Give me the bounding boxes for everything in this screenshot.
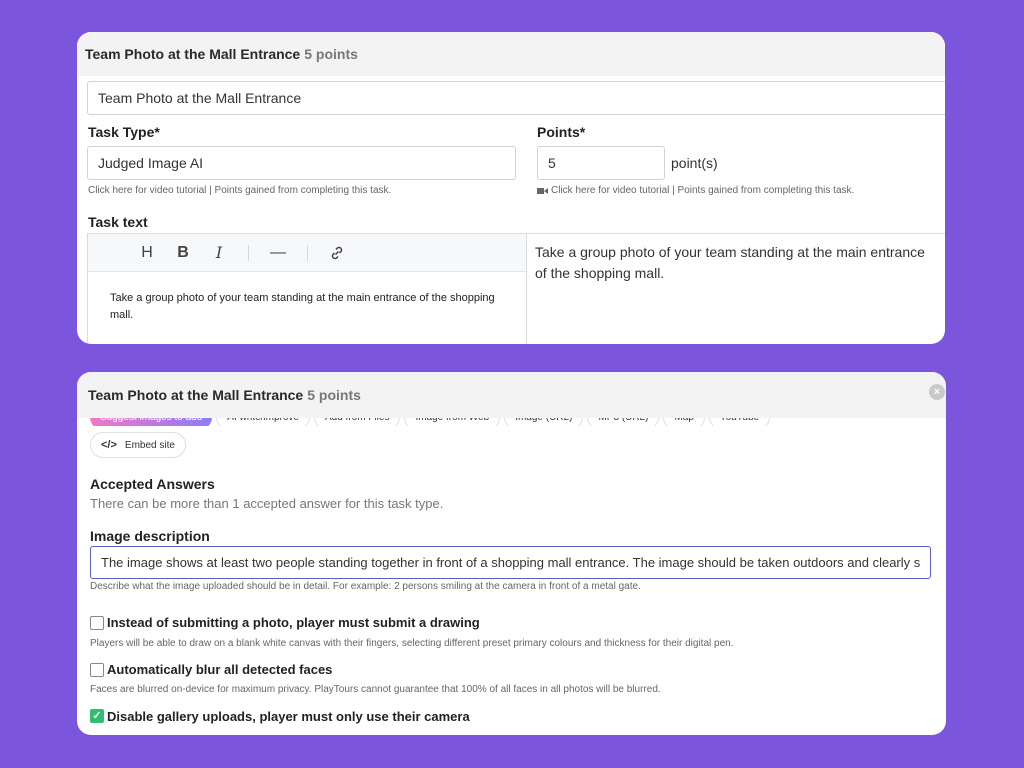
bold-button[interactable]: B xyxy=(168,241,198,265)
code-icon: </> xyxy=(101,439,117,451)
rich-text-editor: H B I — Take a group photo of your team … xyxy=(87,233,527,344)
card-points: 5 points xyxy=(307,387,361,403)
mp3-url-chip[interactable]: MP3 (URL) xyxy=(587,418,660,426)
disable-gallery-label[interactable]: Disable gallery uploads, player must onl… xyxy=(107,709,470,724)
task-settings-card: Team Photo at the Mall Entrance 5 points… xyxy=(77,372,946,735)
editor-content[interactable]: Take a group photo of your team standing… xyxy=(88,272,526,342)
accepted-answers-subtitle: There can be more than 1 accepted answer… xyxy=(90,496,444,511)
toolbar-divider xyxy=(248,244,249,261)
task-text-preview: Take a group photo of your team standing… xyxy=(526,233,945,344)
points-unit: point(s) xyxy=(671,155,718,171)
add-from-files-chip[interactable]: Add from Files xyxy=(313,418,401,426)
youtube-chip[interactable]: YouTube xyxy=(708,418,771,426)
blur-faces-help: Faces are blurred on-device for maximum … xyxy=(90,684,661,695)
map-chip[interactable]: Map xyxy=(663,418,705,426)
media-chip-row: Suggest images to add AI write/improve A… xyxy=(77,418,946,426)
card-title: Team Photo at the Mall Entrance xyxy=(85,46,301,62)
editor-toolbar: H B I — xyxy=(88,234,526,272)
close-icon[interactable]: × xyxy=(929,384,945,400)
drawing-checkbox[interactable] xyxy=(90,616,104,630)
embed-site-chip[interactable]: </> Embed site xyxy=(90,432,186,458)
blur-faces-checkbox[interactable] xyxy=(90,663,104,677)
suggest-images-chip[interactable]: Suggest images to add xyxy=(90,418,213,426)
card-header: Team Photo at the Mall Entrance 5 points xyxy=(77,32,945,76)
task-title-input[interactable]: Team Photo at the Mall Entrance xyxy=(87,81,945,115)
accepted-answers-title: Accepted Answers xyxy=(90,476,215,492)
image-url-chip[interactable]: Image (URL) xyxy=(504,418,584,426)
task-type-label: Task Type* xyxy=(88,124,160,140)
toolbar-divider xyxy=(307,244,308,261)
image-from-web-chip[interactable]: Image from Web xyxy=(404,418,501,426)
card-points: 5 points xyxy=(304,46,358,62)
disable-gallery-checkbox[interactable]: ✓ xyxy=(90,709,104,723)
task-text-label: Task text xyxy=(88,214,148,230)
italic-button[interactable]: I xyxy=(204,241,234,265)
heading-button[interactable]: H xyxy=(132,241,162,265)
card-title: Team Photo at the Mall Entrance xyxy=(88,387,304,403)
task-type-field[interactable]: Judged Image AI xyxy=(87,146,516,180)
link-icon xyxy=(331,246,343,259)
image-description-label: Image description xyxy=(90,528,210,544)
points-input[interactable]: 5 xyxy=(537,146,665,180)
image-description-help: Describe what the image uploaded should … xyxy=(90,581,641,592)
ai-write-chip[interactable]: AI write/improve xyxy=(216,418,310,426)
task-editor-card: Team Photo at the Mall Entrance 5 points… xyxy=(77,32,945,344)
points-help-text: Click here for video tutorial | Points g… xyxy=(551,185,855,196)
points-help[interactable]: Click here for video tutorial | Points g… xyxy=(537,185,854,196)
blur-faces-label[interactable]: Automatically blur all detected faces xyxy=(107,662,332,677)
points-label: Points* xyxy=(537,124,586,140)
image-description-input[interactable]: The image shows at least two people stan… xyxy=(90,546,931,579)
drawing-option-label[interactable]: Instead of submitting a photo, player mu… xyxy=(107,615,480,630)
card-header: Team Photo at the Mall Entrance 5 points xyxy=(77,372,946,418)
drawing-option-help: Players will be able to draw on a blank … xyxy=(90,638,734,649)
link-button[interactable] xyxy=(322,241,352,265)
horizontal-rule-button[interactable]: — xyxy=(263,241,293,265)
video-camera-icon xyxy=(537,187,548,194)
task-type-help[interactable]: Click here for video tutorial | Points g… xyxy=(88,185,391,196)
